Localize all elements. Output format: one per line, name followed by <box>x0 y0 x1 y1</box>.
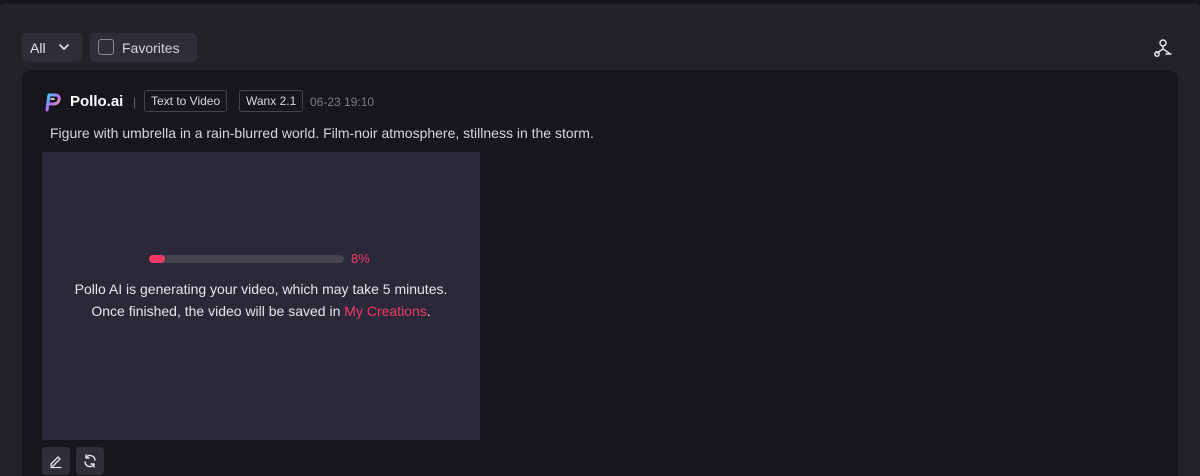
app-background: All Favorites Pollo.ai | Text to Video W… <box>0 0 1200 476</box>
favorites-label: Favorites <box>122 40 180 56</box>
results-panel: All Favorites Pollo.ai | Text to Video W… <box>0 4 1200 476</box>
pollo-logo-icon <box>45 93 61 112</box>
generation-message: Pollo AI is generating your video, which… <box>72 278 450 322</box>
generation-card: Pollo.ai | Text to Video Wanx 2.1 06-23 … <box>22 70 1178 476</box>
model-tag: Wanx 2.1 <box>239 90 304 112</box>
category-filter-value: All <box>30 39 46 56</box>
favorites-checkbox[interactable] <box>98 39 114 55</box>
brand-separator: | <box>133 95 137 109</box>
regenerate-icon <box>84 454 96 468</box>
favorites-toggle[interactable]: Favorites <box>90 33 197 62</box>
video-preview: 8% Pollo AI is generating your video, wh… <box>42 152 480 440</box>
progress-fill <box>149 255 165 263</box>
chevron-down-icon <box>59 44 69 50</box>
progress-bar <box>149 255 344 263</box>
prompt-text: Figure with umbrella in a rain-blurred w… <box>50 125 594 141</box>
regenerate-button[interactable] <box>76 447 104 475</box>
edit-button[interactable] <box>42 447 70 475</box>
share-icon[interactable] <box>1152 37 1174 59</box>
brand-name: Pollo.ai <box>70 93 124 110</box>
progress-percent: 8% <box>351 251 370 266</box>
edit-icon <box>50 456 62 469</box>
timestamp: 06-23 19:10 <box>310 95 375 109</box>
my-creations-link[interactable]: My Creations <box>344 303 426 319</box>
mode-tag: Text to Video <box>144 90 228 112</box>
generation-message-end: . <box>426 303 431 319</box>
category-filter-dropdown[interactable]: All <box>22 33 82 62</box>
